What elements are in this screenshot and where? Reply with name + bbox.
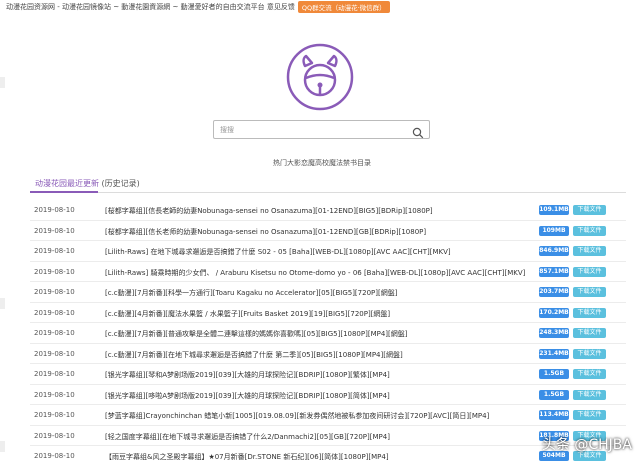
row-title-link[interactable]: [梦蓝字幕组]Crayonchinchan 蜡笔小新[1005][019.08.… [105,411,555,421]
search-box [213,120,430,139]
table-row: 2019-08-10 [c.c動漫][7月新番][普通攻擊是全體二連擊這樣的媽媽你… [30,323,626,344]
download-button[interactable]: 下载文件 [573,246,606,256]
download-button[interactable]: 下载文件 [573,225,606,236]
row-date: 2019-08-10 [34,329,75,337]
bell-logo [285,42,355,112]
row-date: 2019-08-10 [34,267,75,276]
size-badge: 1.5GB [539,369,569,379]
row-title-link[interactable]: [c.c動漫][7月新番][普通攻擊是全體二連擊這樣的媽媽你喜歡嗎][05][B… [105,329,555,339]
table-row: 2019-08-10 [Lilith-Raws] 騎乘時期的少女們、 / Arab… [30,262,626,282]
row-title-link[interactable]: [c.c動漫][7月新番][科學一方通行][Toaru Kagaku no Ac… [105,288,555,298]
size-badge: 1.5GB [539,389,569,400]
table-row: 2019-08-10 【雨豆字幕组&风之圣殿字幕组】★07月新番[Dr.STONE… [30,446,626,464]
table-row: 2019-08-10 [c.c動漫][7月新番][科學一方通行][Toaru Ka… [30,282,626,303]
qq-group-button[interactable]: QQ群交流（动漫花·微信群） [297,1,390,13]
download-button[interactable]: 下载文件 [573,266,606,277]
size-badge: 109MB [539,225,569,236]
row-title-link[interactable]: [c.c動漫][7月新番][在地下城尋求邂逅是否搞錯了什麼 第二季][05][B… [105,350,555,360]
row-title-link[interactable]: [桜都字幕组][信长老师的幼妻Nobunaga-sensei no Osanaz… [105,227,555,237]
size-badge: 857.1MB [539,266,569,277]
download-button[interactable]: 下载文件 [573,328,606,338]
download-button[interactable]: 下载文件 [573,389,606,400]
row-date: 2019-08-10 [34,247,75,255]
side-tab[interactable] [0,298,5,309]
size-badge: 248.3MB [539,328,569,338]
row-date: 2019-08-10 [34,308,75,317]
size-badge: 846.9MB [539,246,569,256]
size-badge: 113.4MB [539,410,569,420]
size-badge: 109.1MB [539,205,569,215]
hot-search-links[interactable]: 热门大影恋魔高校魔法禁书目录 [273,158,371,168]
row-title-link[interactable]: [轻之国度字幕组][在地下城寻求邂逅是否搞错了什么2/Danmachi2][05… [105,432,555,442]
download-button[interactable]: 下载文件 [573,287,606,297]
table-row: 2019-08-10 [银光字幕组][哆啦A梦剧场版2019][039][大雄的月… [30,385,626,405]
download-button[interactable]: 下载文件 [573,348,606,359]
row-title-link[interactable]: [Lilith-Raws] 在地下城尋求邂逅是否搞錯了什麼 S02 - 05 [… [105,247,555,257]
section-divider [30,191,626,193]
row-date: 2019-08-10 [34,226,75,235]
download-button[interactable]: 下载文件 [573,369,606,379]
row-title-link[interactable]: [Lilith-Raws] 騎乘時期的少女們、 / Araburu Kisets… [105,268,555,278]
row-date: 2019-08-10 [34,452,75,460]
table-row: 2019-08-10 [c.c動漫][7月新番][在地下城尋求邂逅是否搞錯了什麼 … [30,344,626,364]
table-row: 2019-08-10 [c.c動漫][4月新番][魔法水果籃 / 水果籃子][Fr… [30,303,626,323]
history-link[interactable]: (历史记录) [102,179,140,188]
side-tab[interactable] [0,441,5,452]
row-date: 2019-08-10 [34,288,75,296]
top-bar: 动漫花园资源网 - 动漫花园镜像站 ~ 動漫花園資源網 ~ 動漫愛好者的自由交流… [6,1,390,13]
table-row: 2019-08-10 [银光字幕组][琴和A梦剧场版2019][039][大雄的月… [30,364,626,385]
side-tab[interactable] [0,77,5,88]
section-heading: 动漫花园最近更新 (历史记录) [35,178,140,189]
search-input[interactable] [220,124,400,136]
table-row: 2019-08-10 [Lilith-Raws] 在地下城尋求邂逅是否搞錯了什麼 … [30,241,626,262]
row-title-link[interactable]: [银光字幕组][琴和A梦剧场版2019][039][大雄的月球探险记][BDRI… [105,370,555,380]
search-icon[interactable] [412,124,424,139]
row-title-link[interactable]: [c.c動漫][4月新番][魔法水果籃 / 水果籃子][Fruits Baske… [105,309,555,319]
row-date: 2019-08-10 [34,370,75,378]
row-title-link[interactable]: 【雨豆字幕组&风之圣殿字幕组】★07月新番[Dr.STONE 新石纪][06][… [105,452,555,462]
row-date: 2019-08-10 [34,411,75,419]
size-badge: 203.7MB [539,287,569,297]
latest-updates-title: 动漫花园最近更新 [35,179,99,188]
download-button[interactable]: 下载文件 [573,307,606,318]
row-title-link[interactable]: [桜都字幕组][信長老師的幼妻Nobunaga-sensei no Osanaz… [105,206,555,216]
update-list: 2019-08-10 [桜都字幕组][信長老師的幼妻Nobunaga-sensei… [30,200,626,464]
site-title-link[interactable]: 动漫花园资源网 - 动漫花园镜像站 ~ 動漫花園資源網 ~ 動漫愛好者的自由交流… [6,2,295,12]
row-title-link[interactable]: [银光字幕组][哆啦A梦剧场版2019][039][大雄的月球探险记][BDRI… [105,391,555,401]
table-row: 2019-08-10 [桜都字幕组][信長老師的幼妻Nobunaga-sensei… [30,200,626,221]
table-row: 2019-08-10 [桜都字幕组][信长老师的幼妻Nobunaga-sensei… [30,221,626,241]
table-row: 2019-08-10 [梦蓝字幕组]Crayonchinchan 蜡笔小新[100… [30,405,626,426]
row-date: 2019-08-10 [34,431,75,440]
size-badge: 170.2MB [539,307,569,318]
download-button[interactable]: 下载文件 [573,205,606,215]
row-date: 2019-08-10 [34,390,75,399]
table-row: 2019-08-10 [轻之国度字幕组][在地下城寻求邂逅是否搞错了什么2/Dan… [30,426,626,446]
download-button[interactable]: 下载文件 [573,410,606,420]
row-date: 2019-08-10 [34,349,75,358]
row-date: 2019-08-10 [34,206,75,214]
watermark: 头条 @CHJBA [541,437,632,453]
size-badge: 231.4MB [539,348,569,359]
